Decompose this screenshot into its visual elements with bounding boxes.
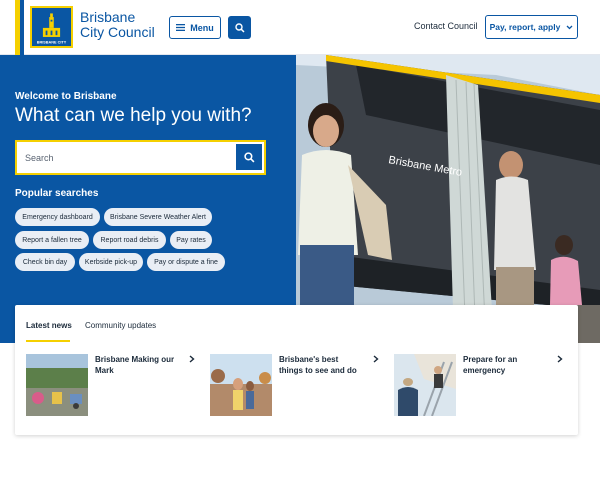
chevron-right-icon (189, 355, 195, 363)
brand-line-2: City Council (80, 24, 155, 40)
active-tab-indicator (26, 340, 70, 342)
chevron-down-icon (566, 25, 573, 29)
pay-report-apply-label: Pay, report, apply (489, 22, 561, 32)
brand-line-1: Brisbane (80, 9, 136, 25)
news-title[interactable]: Prepare for an emergency (463, 354, 545, 376)
news-thumbnail (394, 354, 456, 416)
news-title[interactable]: Brisbane's best things to see and do (279, 354, 361, 376)
brand-name[interactable]: Brisbane City Council (80, 10, 155, 40)
search-input[interactable] (25, 149, 230, 167)
playground-image (26, 354, 88, 416)
menu-button[interactable]: Menu (169, 16, 221, 39)
chevron-right-icon (557, 355, 563, 363)
chip-pay-or-dispute-fine[interactable]: Pay or dispute a fine (147, 253, 225, 271)
news-thumbnail (26, 354, 88, 416)
chevron-right-icon (373, 355, 379, 363)
search-submit-button[interactable] (236, 144, 262, 170)
ladder-gutter-image (394, 354, 456, 416)
chip-report-fallen-tree[interactable]: Report a fallen tree (15, 231, 89, 249)
hero-photo-illustration: Brisbane Metro (296, 55, 600, 343)
brand-stripe-blue (20, 0, 24, 55)
news-card: Latest news Community updates Brisbane M… (15, 305, 578, 435)
hero-search (15, 140, 266, 175)
hamburger-icon (176, 24, 186, 31)
chip-severe-weather-alert[interactable]: Brisbane Severe Weather Alert (104, 208, 212, 226)
chip-report-road-debris[interactable]: Report road debris (93, 231, 166, 249)
hero-section: Brisbane Metro Welcome to Brisbane What … (0, 55, 600, 343)
hero-image: Brisbane Metro (296, 55, 600, 343)
site-header: BRISBANE CITY Brisbane City Council Menu… (0, 0, 600, 55)
svg-text:BRISBANE CITY: BRISBANE CITY (37, 40, 67, 44)
street-festival-image (210, 354, 272, 416)
popular-searches-title: Popular searches (15, 188, 99, 199)
news-item[interactable]: Brisbane Making our Mark (26, 354, 196, 416)
chip-kerbside-pickup[interactable]: Kerbside pick-up (79, 253, 143, 271)
search-icon (243, 151, 254, 162)
page-title: What can we help you with? (15, 105, 252, 126)
council-logo[interactable]: BRISBANE CITY (30, 6, 73, 48)
header-search-button[interactable] (228, 16, 251, 39)
chip-check-bin-day[interactable]: Check bin day (15, 253, 75, 271)
tab-community-updates[interactable]: Community updates (85, 321, 156, 330)
news-title[interactable]: Brisbane Making our Mark (95, 354, 177, 376)
news-item[interactable]: Brisbane's best things to see and do (210, 354, 380, 416)
menu-label: Menu (190, 22, 214, 33)
pay-report-apply-button[interactable]: Pay, report, apply (485, 15, 578, 39)
city-hall-logo-icon: BRISBANE CITY (37, 13, 67, 44)
search-icon (234, 22, 245, 33)
tab-latest-news[interactable]: Latest news (26, 321, 72, 330)
news-item[interactable]: Prepare for an emergency (394, 354, 564, 416)
news-thumbnail (210, 354, 272, 416)
contact-council-link[interactable]: Contact Council (414, 21, 478, 31)
chip-emergency-dashboard[interactable]: Emergency dashboard (15, 208, 100, 226)
chip-pay-rates[interactable]: Pay rates (170, 231, 212, 249)
welcome-text: Welcome to Brisbane (15, 91, 117, 102)
